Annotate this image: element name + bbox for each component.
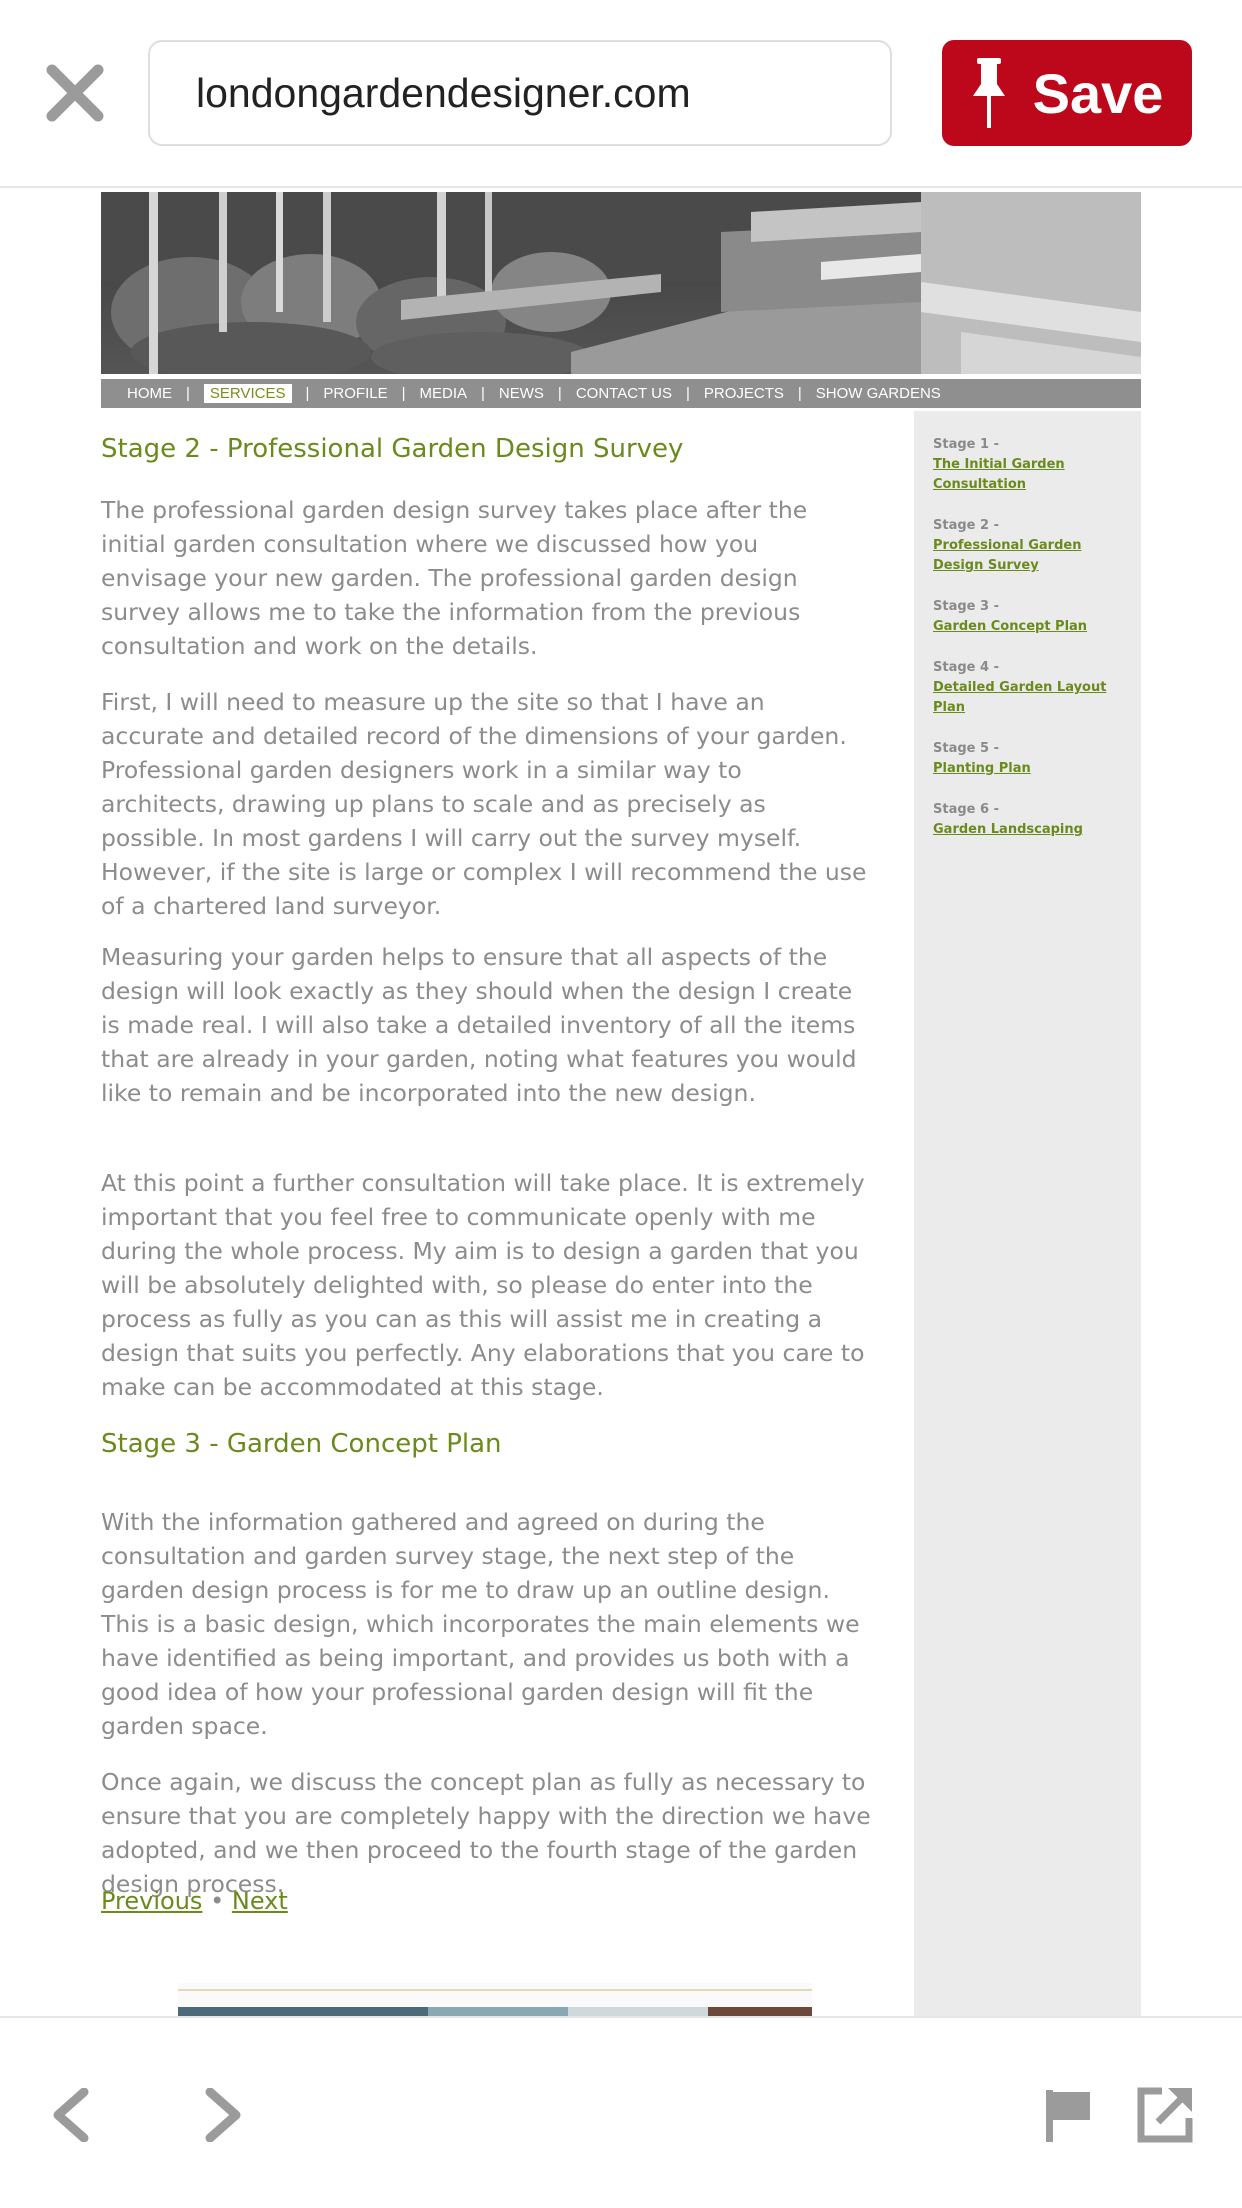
sidebar-link-planting-plan[interactable]: Planting Plan	[933, 759, 1133, 779]
sidebar-item-stage-3: Stage 3 - Garden Concept Plan	[933, 597, 1133, 637]
sidebar-link-layout-plan[interactable]: Detailed Garden Layout Plan	[933, 678, 1133, 718]
sidebar-stage-number: Stage 6 -	[933, 802, 999, 817]
site-nav: HOME | SERVICES | PROFILE | MEDIA | NEWS…	[101, 379, 1141, 408]
sidebar-link-initial-consultation[interactable]: The Initial Garden Consultation	[933, 455, 1133, 495]
nav-services[interactable]: SERVICES	[203, 384, 292, 403]
nav-show-gardens[interactable]: SHOW GARDENS	[816, 385, 941, 402]
article-paragraph: With the information gathered and agreed…	[101, 1508, 860, 1740]
section-heading-stage-2: Stage 2 - Professional Garden Design Sur…	[101, 434, 684, 464]
nav-media[interactable]: MEDIA	[420, 385, 468, 402]
nav-separator: |	[305, 385, 310, 402]
previous-link[interactable]: Previous	[101, 1887, 202, 1915]
save-label: Save	[1032, 61, 1164, 125]
nav-contact-us[interactable]: CONTACT US	[576, 385, 672, 402]
article-pager: Previous • Next	[101, 1887, 288, 1915]
page-thumbnail-image	[178, 1983, 812, 2016]
nav-separator: |	[797, 385, 802, 402]
next-link[interactable]: Next	[232, 1887, 288, 1915]
article-paragraph: Measuring your garden helps to ensure th…	[101, 943, 857, 1107]
article-paragraph: First, I will need to measure up the sit…	[101, 688, 867, 920]
article-paragraph: At this point a further consultation wil…	[101, 1169, 865, 1401]
hero-garden-photo	[101, 192, 1141, 374]
sidebar-stage-number: Stage 2 -	[933, 518, 999, 533]
sidebar-link-landscaping[interactable]: Garden Landscaping	[933, 820, 1133, 840]
sidebar-item-stage-2: Stage 2 - Professional Garden Design Sur…	[933, 516, 1133, 576]
sidebar-stage-number: Stage 5 -	[933, 741, 999, 756]
nav-separator: |	[557, 385, 562, 402]
source-url-text: londongardendesigner.com	[196, 69, 691, 116]
nav-news[interactable]: NEWS	[499, 385, 544, 402]
sidebar-item-stage-6: Stage 6 - Garden Landscaping	[933, 800, 1133, 840]
sidebar-stage-number: Stage 4 -	[933, 660, 999, 675]
pin-toolbar: londongardendesigner.com Save	[0, 0, 1242, 188]
nav-home[interactable]: HOME	[127, 385, 172, 402]
forward-arrow-icon[interactable]	[204, 2087, 244, 2146]
sidebar-item-stage-5: Stage 5 - Planting Plan	[933, 739, 1133, 779]
nav-separator: |	[685, 385, 690, 402]
stages-sidebar: Stage 1 - The Initial Garden Consultatio…	[914, 411, 1141, 2016]
nav-separator: |	[186, 385, 190, 402]
section-heading-stage-3: Stage 3 - Garden Concept Plan	[101, 1429, 502, 1459]
sidebar-link-concept-plan[interactable]: Garden Concept Plan	[933, 617, 1133, 637]
nav-separator: |	[401, 385, 406, 402]
sidebar-link-design-survey[interactable]: Professional Garden Design Survey	[933, 536, 1133, 576]
article-paragraph: Once again, we discuss the concept plan …	[101, 1768, 871, 1898]
external-link-icon[interactable]	[1136, 2086, 1194, 2148]
sidebar-item-stage-1: Stage 1 - The Initial Garden Consultatio…	[933, 435, 1133, 495]
sidebar-stage-number: Stage 3 -	[933, 599, 999, 614]
back-arrow-icon[interactable]	[50, 2087, 90, 2146]
web-page-view[interactable]: HOME | SERVICES | PROFILE | MEDIA | NEWS…	[0, 188, 1242, 2016]
source-url-field[interactable]: londongardendesigner.com	[148, 40, 892, 146]
save-button[interactable]: Save	[942, 40, 1192, 146]
pin-icon	[972, 58, 1005, 128]
nav-projects[interactable]: PROJECTS	[704, 385, 784, 402]
nav-separator: |	[481, 385, 485, 402]
nav-profile[interactable]: PROFILE	[323, 385, 387, 402]
pager-separator: •	[210, 1887, 225, 1915]
sidebar-stage-number: Stage 1 -	[933, 437, 999, 452]
browser-bottom-bar	[0, 2016, 1242, 2208]
close-icon[interactable]	[44, 62, 106, 124]
flag-icon[interactable]	[1044, 2088, 1092, 2148]
sidebar-item-stage-4: Stage 4 - Detailed Garden Layout Plan	[933, 658, 1133, 718]
article-paragraph: The professional garden design survey ta…	[101, 496, 808, 660]
site-container: HOME | SERVICES | PROFILE | MEDIA | NEWS…	[101, 188, 1141, 2016]
